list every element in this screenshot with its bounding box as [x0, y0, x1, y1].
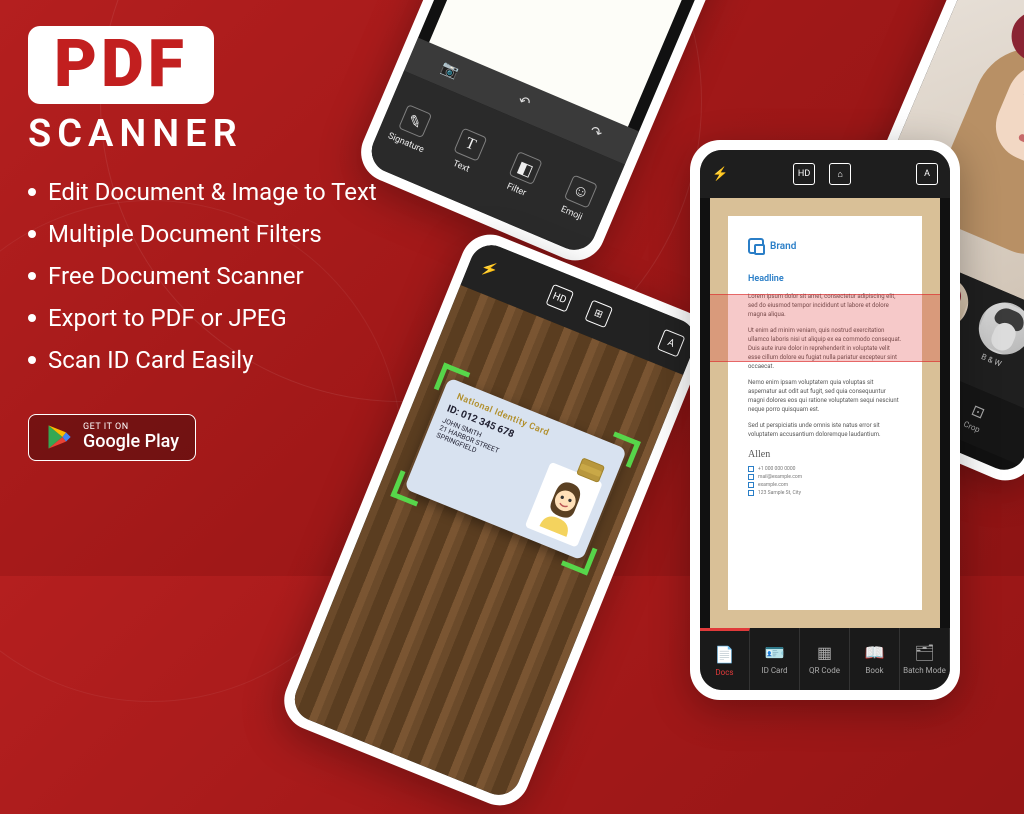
tab-label: Batch Mode	[903, 666, 946, 675]
tab-book[interactable]: 📖 Book	[850, 628, 900, 690]
hd-toggle[interactable]: HD	[793, 163, 815, 185]
tab-label: ID Card	[761, 666, 787, 675]
hero-panel: PDF SCANNER Edit Document & Image to Tex…	[28, 26, 448, 461]
brand-logo-icon	[748, 238, 764, 254]
phone-mockup-docs: ⚡ HD ⌂ A Brand Headline Lorem ipsum dolo…	[690, 140, 960, 700]
docs-viewfinder: Brand Headline Lorem ipsum dolor sit ame…	[710, 198, 940, 628]
title-badge: PDF	[28, 26, 214, 104]
feature-item: Scan ID Card Easily	[28, 346, 448, 374]
hd-toggle[interactable]: HD	[545, 284, 574, 313]
filter-icon: ◧	[509, 151, 543, 185]
letter-sample: Brand Headline Lorem ipsum dolor sit ame…	[728, 216, 922, 610]
play-store-name: Google Play	[83, 432, 179, 452]
grid-toggle[interactable]: ⊞	[584, 299, 613, 328]
book-icon: 📖	[865, 643, 885, 662]
idcard-icon: 🪪	[765, 643, 785, 662]
scan-detection-overlay	[710, 294, 940, 362]
feature-list: Edit Document & Image to Text Multiple D…	[28, 178, 448, 374]
tab-qrcode[interactable]: ▦ QR Code	[800, 628, 850, 690]
redo-icon[interactable]: ↷	[587, 123, 604, 142]
feature-item: Export to PDF or JPEG	[28, 304, 448, 332]
feature-item: Multiple Document Filters	[28, 220, 448, 248]
tool-label: Emoji	[559, 205, 584, 223]
docs-top-toolbar: ⚡ HD ⌂ A	[700, 150, 950, 198]
tool-label: Text	[451, 159, 471, 175]
crop-toggle[interactable]: ⌂	[829, 163, 851, 185]
text-icon: T	[453, 128, 487, 162]
undo-icon[interactable]: ↶	[516, 93, 533, 112]
batch-icon: 🗂	[914, 643, 934, 662]
play-badge-text: GET IT ON Google Play	[83, 423, 179, 452]
aspect-toggle[interactable]: A	[916, 163, 938, 185]
tool-label: Filter	[505, 182, 527, 199]
emoji-icon: ☺	[564, 174, 598, 208]
tab-label: Docs	[715, 668, 733, 677]
aspect-toggle[interactable]: A	[657, 329, 686, 358]
feature-item: Free Document Scanner	[28, 262, 448, 290]
google-play-badge[interactable]: GET IT ON Google Play	[28, 414, 196, 461]
letter-signature: Allen	[748, 449, 902, 460]
letter-heading: Headline	[748, 274, 902, 284]
scan-mode-tabs: 📄 Docs 🪪 ID Card ▦ QR Code 📖 Book 🗂 Batc…	[700, 628, 950, 690]
feature-item: Edit Document & Image to Text	[28, 178, 448, 206]
thumb-label: B & W	[980, 352, 1003, 369]
title-text: PDF	[54, 26, 188, 103]
tab-label: Book	[865, 666, 883, 675]
flash-icon[interactable]: ⚡	[712, 167, 728, 182]
letter-contact-list: +1 000 000 0000 mail@example.com example…	[748, 466, 902, 496]
tab-label: QR Code	[809, 666, 840, 675]
tab-docs[interactable]: 📄 Docs	[700, 628, 750, 690]
tab-idcard[interactable]: 🪪 ID Card	[750, 628, 800, 690]
qrcode-icon: ▦	[817, 643, 832, 662]
tab-batch[interactable]: 🗂 Batch Mode	[900, 628, 950, 690]
subtitle-text: SCANNER	[28, 112, 448, 156]
flash-icon[interactable]: ⚡	[478, 259, 500, 280]
docs-icon: 📄	[715, 645, 735, 664]
crop-icon: ⊡	[969, 401, 988, 422]
google-play-icon	[45, 423, 73, 451]
